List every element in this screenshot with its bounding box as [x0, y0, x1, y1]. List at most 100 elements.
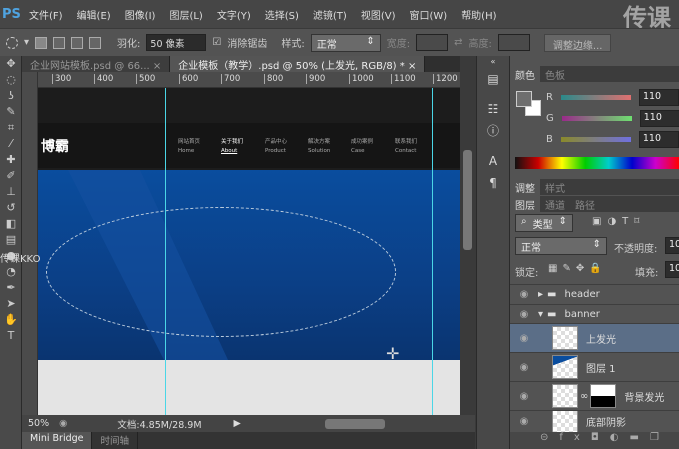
- tab-adjustments[interactable]: 调整: [510, 179, 540, 195]
- eyedropper-tool-icon[interactable]: ⁄: [0, 136, 22, 152]
- layer-item-selected[interactable]: ◉ 上发光: [510, 323, 679, 352]
- layer-filter-select[interactable]: ⌕ 类型 ⇕: [515, 214, 573, 232]
- style-select[interactable]: 正常 ⇕: [310, 33, 381, 52]
- layer-group-header[interactable]: ◉ ▸ ▬ header: [510, 284, 679, 304]
- slider-b[interactable]: [560, 137, 631, 142]
- hand-tool-icon[interactable]: ✋: [0, 312, 22, 328]
- add-selection-icon[interactable]: [53, 36, 66, 49]
- eye-icon[interactable]: ◉: [510, 289, 538, 300]
- menu-type[interactable]: 文字(Y): [217, 7, 251, 22]
- tab-color[interactable]: 颜色: [510, 66, 540, 82]
- slider-g[interactable]: [561, 116, 632, 121]
- refine-edge-button[interactable]: 调整边缘...: [543, 33, 612, 52]
- eye-icon[interactable]: ◉: [510, 416, 538, 427]
- eraser-tool-icon[interactable]: ◧: [0, 216, 22, 232]
- menu-layer[interactable]: 图层(L): [169, 7, 202, 22]
- guide-line[interactable]: [165, 88, 166, 415]
- type-tool-icon[interactable]: T: [0, 328, 22, 344]
- expand-arrow-icon[interactable]: ▸: [538, 289, 543, 300]
- menu-window[interactable]: 窗口(W): [409, 7, 447, 22]
- tab-document-2[interactable]: 企业模板（教学）.psd @ 50% (上发光, RGB/8) * ×: [170, 56, 426, 72]
- pen-tool-icon[interactable]: ✒: [0, 280, 22, 296]
- tab-document-1[interactable]: 企业网站模板.psd @ 66... ×: [22, 56, 171, 72]
- marquee-tool-icon[interactable]: ◌: [0, 72, 22, 88]
- input-b[interactable]: 110: [638, 131, 679, 148]
- fx-icon[interactable]: fx: [559, 432, 590, 443]
- elliptical-selection[interactable]: [46, 207, 396, 337]
- new-group-icon[interactable]: ▬: [630, 432, 650, 443]
- link-layers-icon[interactable]: ⊝: [540, 432, 559, 443]
- status-menu-arrow-icon[interactable]: ▶: [234, 418, 241, 429]
- fill-input[interactable]: 100: [665, 261, 679, 278]
- share-icon[interactable]: ◉: [59, 418, 67, 429]
- tab-paths[interactable]: 路径: [570, 196, 600, 212]
- new-layer-icon[interactable]: ❐: [650, 432, 670, 443]
- layer-item[interactable]: ◉ 底部阴影: [510, 410, 679, 432]
- tab-mini-bridge[interactable]: Mini Bridge: [22, 432, 93, 449]
- menu-image[interactable]: 图像(I): [125, 7, 156, 22]
- properties-panel-icon[interactable]: ☷: [477, 98, 509, 120]
- tab-swatches[interactable]: 色板: [540, 66, 570, 82]
- swap-icon[interactable]: ⇄: [454, 37, 462, 48]
- history-brush-icon[interactable]: ↺: [0, 200, 22, 216]
- layer-group-banner[interactable]: ◉ ▾ ▬ banner: [510, 304, 679, 323]
- vertical-scrollbar[interactable]: [460, 88, 475, 415]
- menu-view[interactable]: 视图(V): [361, 7, 396, 22]
- link-icon[interactable]: ∞: [580, 391, 588, 402]
- layer-mask-thumbnail[interactable]: [590, 384, 617, 408]
- eye-icon[interactable]: ◉: [510, 391, 538, 402]
- history-panel-icon[interactable]: ▤: [477, 68, 509, 90]
- dodge-tool-icon[interactable]: ◔: [0, 264, 22, 280]
- subtract-selection-icon[interactable]: [71, 36, 84, 49]
- lasso-tool-icon[interactable]: ʖ: [0, 88, 22, 104]
- paragraph-panel-icon[interactable]: ¶: [477, 172, 509, 194]
- info-panel-icon[interactable]: ⓘ: [477, 120, 509, 142]
- new-selection-icon[interactable]: [35, 36, 48, 49]
- tab-channels[interactable]: 通道: [540, 196, 570, 212]
- elliptical-marquee-icon[interactable]: [6, 36, 18, 49]
- feather-input[interactable]: 50 像素: [146, 34, 207, 51]
- lock-icons[interactable]: ▦✎✥🔒: [548, 263, 607, 274]
- color-spectrum[interactable]: [515, 157, 679, 169]
- intersect-selection-icon[interactable]: [89, 36, 102, 49]
- slider-r[interactable]: [560, 95, 631, 100]
- antialias-checkbox[interactable]: ☑: [212, 37, 221, 48]
- collapse-arrow-icon[interactable]: ▾: [538, 309, 543, 320]
- close-icon[interactable]: ×: [408, 61, 416, 72]
- collapse-icon[interactable]: «: [477, 56, 509, 68]
- menu-filter[interactable]: 滤镜(T): [313, 7, 347, 22]
- tab-styles[interactable]: 样式: [540, 179, 570, 195]
- brush-tool-icon[interactable]: ✐: [0, 168, 22, 184]
- menu-file[interactable]: 文件(F): [29, 7, 63, 22]
- tab-layers[interactable]: 图层: [510, 196, 540, 212]
- opacity-input[interactable]: 100: [665, 237, 679, 254]
- character-panel-icon[interactable]: A: [477, 150, 509, 172]
- path-select-tool-icon[interactable]: ➤: [0, 296, 22, 312]
- eye-icon[interactable]: ◉: [510, 362, 538, 373]
- tab-timeline[interactable]: 时间轴: [92, 432, 138, 449]
- add-mask-icon[interactable]: ◘: [591, 432, 610, 443]
- chevron-down-icon[interactable]: ▾: [24, 37, 29, 48]
- foreground-color-swatch[interactable]: [516, 91, 532, 107]
- layer-item[interactable]: ◉ ∞ 背景发光: [510, 381, 679, 410]
- vertical-scroll-thumb[interactable]: [463, 150, 472, 250]
- blend-mode-select[interactable]: 正常 ⇕: [515, 237, 607, 255]
- input-g[interactable]: 110: [639, 110, 679, 127]
- gradient-tool-icon[interactable]: ▤: [0, 232, 22, 248]
- zoom-level[interactable]: 50%: [28, 418, 49, 429]
- layer-filter-icons[interactable]: ▣◑T⌑: [592, 216, 645, 227]
- layer-item[interactable]: ◉ 图层 1: [510, 352, 679, 381]
- adjustment-layer-icon[interactable]: ◐: [610, 432, 630, 443]
- menu-select[interactable]: 选择(S): [265, 7, 299, 22]
- input-r[interactable]: 110: [638, 89, 679, 106]
- height-input[interactable]: [497, 34, 530, 51]
- menu-edit[interactable]: 编辑(E): [77, 7, 111, 22]
- crop-tool-icon[interactable]: ⌗: [0, 120, 22, 136]
- quick-select-tool-icon[interactable]: ✎: [0, 104, 22, 120]
- move-tool-icon[interactable]: ✥: [0, 56, 22, 72]
- width-input[interactable]: [416, 34, 449, 51]
- stamp-tool-icon[interactable]: ⊥: [0, 184, 22, 200]
- healing-tool-icon[interactable]: ✚: [0, 152, 22, 168]
- eye-icon[interactable]: ◉: [510, 309, 538, 320]
- menu-help[interactable]: 帮助(H): [461, 7, 496, 22]
